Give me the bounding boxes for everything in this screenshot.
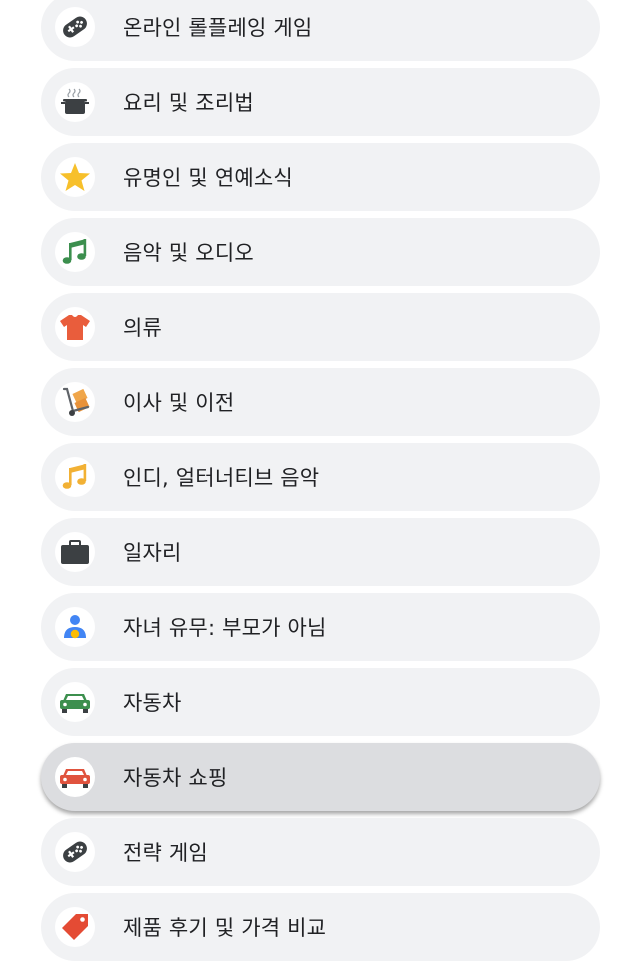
category-item-cooking[interactable]: 요리 및 조리법 [41,68,600,136]
category-label: 자동차 쇼핑 [123,766,228,790]
cooking-pot-icon [55,82,95,122]
gamepad-icon [55,7,95,47]
category-item-strategy-games[interactable]: 전략 게임 [41,818,600,886]
category-label: 전략 게임 [123,841,208,865]
category-label: 자동차 [123,691,182,715]
category-item-indie-music[interactable]: 인디, 얼터너티브 음악 [41,443,600,511]
category-label: 이사 및 이전 [123,391,235,415]
category-item-product-reviews[interactable]: 제품 후기 및 가격 비교 [41,893,600,961]
person-icon [55,607,95,647]
category-item-not-parent[interactable]: 자녀 유무: 부모가 아님 [41,593,600,661]
category-item-celebrities[interactable]: 유명인 및 연예소식 [41,143,600,211]
price-tag-icon [55,907,95,947]
category-item-moving[interactable]: 이사 및 이전 [41,368,600,436]
category-item-automobiles[interactable]: 자동차 [41,668,600,736]
category-item-car-shopping[interactable]: 자동차 쇼핑 [41,743,600,811]
briefcase-icon [55,532,95,572]
category-label: 의류 [123,316,163,340]
car-icon [55,682,95,722]
category-label: 온라인 롤플레잉 게임 [123,16,313,40]
category-label: 요리 및 조리법 [123,91,254,115]
category-item-jobs[interactable]: 일자리 [41,518,600,586]
category-label: 일자리 [123,541,182,565]
tshirt-icon [55,307,95,347]
music-note-icon [55,457,95,497]
category-label: 제품 후기 및 가격 비교 [123,916,327,940]
category-label: 자녀 유무: 부모가 아님 [123,616,327,640]
category-item-music-audio[interactable]: 음악 및 오디오 [41,218,600,286]
music-note-icon [55,232,95,272]
hand-truck-icon [55,382,95,422]
gamepad-icon [55,832,95,872]
category-label: 인디, 얼터너티브 음악 [123,466,320,490]
category-label: 음악 및 오디오 [123,241,254,265]
car-icon [55,757,95,797]
category-item-clothing[interactable]: 의류 [41,293,600,361]
category-list: 온라인 롤플레잉 게임 요리 및 조리법 유명인 및 연예소식 음악 및 오디오… [41,0,600,968]
category-label: 유명인 및 연예소식 [123,166,293,190]
star-icon [55,157,95,197]
category-item-online-rpg[interactable]: 온라인 롤플레잉 게임 [41,0,600,61]
